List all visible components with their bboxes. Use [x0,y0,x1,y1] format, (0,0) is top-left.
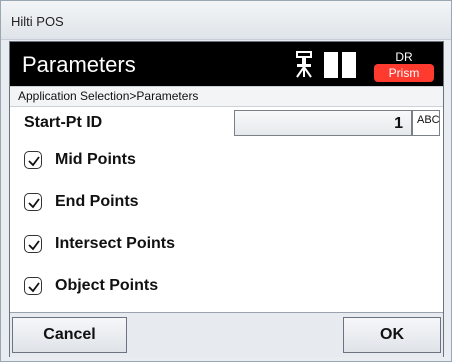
parameters-panel: Parameters DR Prism Application Selectio… [9,41,444,357]
checkmark-icon [28,198,40,209]
object-points-checkbox[interactable] [24,277,42,295]
checkmark-icon [28,282,40,293]
footer-bar: Cancel OK [10,312,443,357]
start-point-value: 1 [394,115,403,132]
intersect-points-checkbox[interactable] [24,235,42,253]
window-title: Hilti POS [11,14,64,29]
window-titlebar: Hilti POS [1,1,451,40]
alpha-mode-button[interactable]: ABC [412,110,440,136]
object-points-label: Object Points [55,277,159,294]
mid-points-label: Mid Points [55,151,136,168]
object-points-option[interactable]: Object Points [10,269,443,305]
end-points-checkbox[interactable] [24,193,42,211]
battery-1-icon [324,52,338,78]
breadcrumb: Application Selection>Parameters [10,86,443,107]
intersect-points-option[interactable]: Intersect Points [10,227,443,263]
mid-points-option[interactable]: Mid Points [10,143,443,179]
start-point-row: Start-Pt ID 1 ABC [10,106,443,140]
battery-2-icon [342,52,356,78]
ok-button[interactable]: OK [343,317,441,353]
mid-points-checkbox[interactable] [24,151,42,169]
cancel-label: Cancel [43,326,96,343]
alpha-mode-label: ABC [417,114,440,126]
cancel-button[interactable]: Cancel [12,317,127,353]
header-bar: Parameters DR Prism [10,42,443,86]
total-station-icon [296,51,312,78]
prism-badge: Prism [374,64,434,82]
distance-mode-label: DR [395,50,413,64]
breadcrumb-text: Application Selection>Parameters [18,89,199,103]
end-points-label: End Points [55,193,139,210]
intersect-points-label: Intersect Points [55,235,176,252]
checkmark-icon [28,240,40,251]
page-title: Parameters [22,52,136,77]
end-points-option[interactable]: End Points [10,185,443,221]
app-window: Hilti POS Parameters DR Prism Applicatio… [0,0,452,362]
checkmark-icon [28,156,40,167]
ok-label: OK [380,326,404,343]
start-point-label: Start-Pt ID [24,114,103,131]
start-point-input[interactable]: 1 [234,110,412,136]
